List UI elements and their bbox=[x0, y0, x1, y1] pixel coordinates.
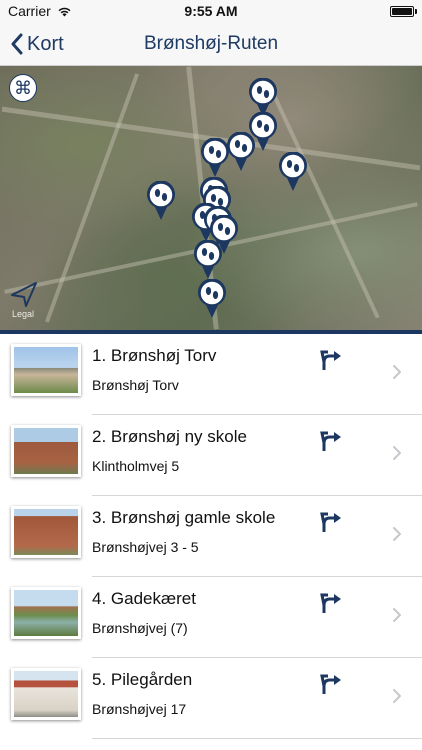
carrier-label: Carrier bbox=[8, 3, 51, 19]
layers-button[interactable]: ⌘ bbox=[9, 74, 37, 102]
location-title: 5. Pilegården bbox=[92, 670, 193, 689]
list-item[interactable]: 4. Gadekæret Brønshøjvej (7) bbox=[0, 577, 422, 658]
chevron-right-icon bbox=[392, 607, 402, 623]
location-thumbnail bbox=[11, 668, 81, 720]
back-button-label: Kort bbox=[27, 32, 64, 55]
map-road bbox=[44, 73, 140, 323]
navigation-bar: Kort Brønshøj-Ruten bbox=[0, 22, 422, 66]
back-button[interactable]: Kort bbox=[10, 22, 64, 66]
list-item[interactable]: 5. Pilegården Brønshøjvej 17 bbox=[0, 658, 422, 739]
location-address: Brønshøj Torv bbox=[92, 377, 179, 393]
chevron-right-icon bbox=[392, 688, 402, 704]
location-thumbnail bbox=[11, 587, 81, 639]
directions-icon[interactable] bbox=[320, 429, 344, 453]
location-title: 3. Brønshøj gamle skole bbox=[92, 508, 276, 527]
chevron-right-icon bbox=[392, 364, 402, 380]
directions-icon[interactable] bbox=[320, 591, 344, 615]
location-thumbnail bbox=[11, 425, 81, 477]
location-title: 1. Brønshøj Torv bbox=[92, 346, 217, 365]
battery-icon bbox=[390, 5, 417, 17]
location-address: Brønshøjvej (7) bbox=[92, 620, 188, 636]
chevron-right-icon bbox=[392, 445, 402, 461]
footprints-pin-icon[interactable] bbox=[226, 131, 256, 172]
footprints-pin-icon[interactable] bbox=[209, 214, 239, 255]
location-title: 2. Brønshøj ny skole bbox=[92, 427, 247, 446]
status-bar: Carrier 9:55 AM bbox=[0, 0, 422, 22]
location-arrow-icon bbox=[11, 282, 37, 307]
legal-link[interactable]: Legal bbox=[12, 309, 34, 319]
location-thumbnail bbox=[11, 344, 81, 396]
chevron-left-icon bbox=[11, 33, 23, 55]
list-item[interactable]: 3. Brønshøj gamle skole Brønshøjvej 3 - … bbox=[0, 496, 422, 577]
list-item[interactable]: 1. Brønshøj Torv Brønshøj Torv bbox=[0, 334, 422, 415]
command-icon: ⌘ bbox=[14, 77, 32, 98]
chevron-right-icon bbox=[392, 526, 402, 542]
locate-button[interactable] bbox=[8, 278, 40, 310]
status-left: Carrier bbox=[8, 3, 72, 19]
wifi-icon bbox=[58, 7, 71, 16]
status-time: 9:55 AM bbox=[184, 3, 238, 19]
location-list: 1. Brønshøj Torv Brønshøj Torv 2. Brønsh… bbox=[0, 334, 422, 750]
location-thumbnail bbox=[11, 506, 81, 558]
location-address: Brønshøjvej 3 - 5 bbox=[92, 539, 199, 555]
footprints-pin-icon[interactable] bbox=[278, 151, 308, 192]
battery-fill bbox=[392, 7, 412, 15]
footprints-pin-icon[interactable] bbox=[197, 278, 227, 319]
list-item[interactable]: 2. Brønshøj ny skole Klintholmvej 5 bbox=[0, 415, 422, 496]
footprints-pin-icon[interactable] bbox=[146, 180, 176, 221]
location-address: Brønshøjvej 17 bbox=[92, 701, 187, 717]
directions-icon[interactable] bbox=[320, 348, 344, 372]
row-divider bbox=[92, 738, 422, 739]
map-road bbox=[264, 77, 380, 319]
directions-icon[interactable] bbox=[320, 510, 344, 534]
location-title: 4. Gadekæret bbox=[92, 589, 196, 608]
directions-icon[interactable] bbox=[320, 672, 344, 696]
location-address: Klintholmvej 5 bbox=[92, 458, 180, 474]
